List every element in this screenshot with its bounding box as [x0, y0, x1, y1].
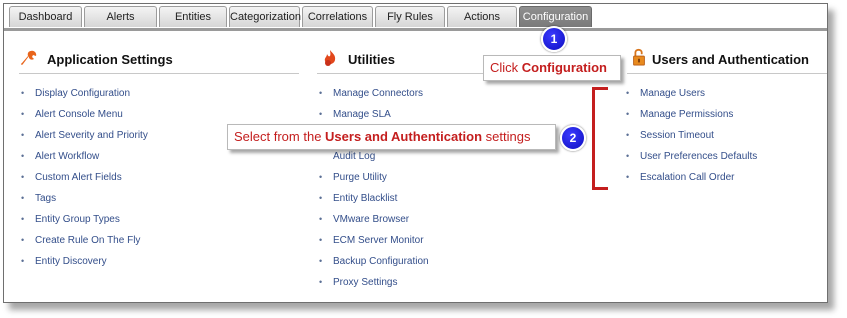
utilities-title: Utilities [348, 52, 395, 67]
link-alert-workflow[interactable]: Alert Workflow [35, 151, 99, 162]
link-user-preferences-defaults[interactable]: User Preferences Defaults [640, 151, 757, 162]
link-ecm-server-monitor[interactable]: ECM Server Monitor [333, 235, 424, 246]
list-item: • Manage Connectors [319, 88, 424, 99]
tab-fly-rules[interactable]: Fly Rules [375, 6, 445, 27]
callout-select-users-auth: Select from the Users and Authentication… [227, 124, 556, 150]
users-auth-title: Users and Authentication [652, 52, 809, 67]
step-2-badge: 2 [560, 125, 586, 151]
app-settings-divider [19, 73, 299, 74]
link-purge-utility[interactable]: Purge Utility [333, 172, 387, 183]
tab-entities[interactable]: Entities [159, 6, 227, 27]
tab-alerts[interactable]: Alerts [84, 6, 157, 27]
link-manage-connectors[interactable]: Manage Connectors [333, 88, 423, 99]
list-item: • Custom Alert Fields [21, 172, 122, 183]
link-backup-configuration[interactable]: Backup Configuration [333, 256, 429, 267]
list-item: • Manage Permissions [626, 109, 734, 120]
link-alert-console-menu[interactable]: Alert Console Menu [35, 109, 123, 120]
annotation-bracket [592, 87, 595, 190]
list-item: • Display Configuration [21, 88, 131, 99]
callout-2-suffix: settings [482, 129, 531, 144]
link-vmware-browser[interactable]: VMware Browser [333, 214, 409, 225]
list-item: • Manage Users [626, 88, 706, 99]
users-auth-divider [627, 73, 827, 74]
link-display-configuration[interactable]: Display Configuration [35, 88, 130, 99]
callout-1-prefix: Click [490, 60, 522, 75]
wrench-icon [21, 50, 37, 65]
tab-bar: Dashboard Alerts Entities Categorization… [4, 4, 827, 31]
tab-configuration[interactable]: Configuration [519, 6, 592, 27]
utilities-icon [324, 50, 336, 66]
lock-icon [633, 48, 645, 66]
list-item: • Entity Blacklist [319, 193, 398, 204]
link-escalation-call-order[interactable]: Escalation Call Order [640, 172, 734, 183]
link-proxy-settings[interactable]: Proxy Settings [333, 277, 397, 288]
list-item: • Alert Severity and Priority [21, 130, 148, 141]
list-item: • Manage SLA [319, 109, 391, 120]
link-manage-sla[interactable]: Manage SLA [333, 109, 391, 120]
tab-dashboard[interactable]: Dashboard [9, 6, 82, 27]
users-auth-list: • Manage Users • Manage Permissions • Sessi… [626, 83, 757, 188]
list-item: • Create Rule On The Fly [21, 235, 141, 246]
app-settings-title: Application Settings [47, 52, 173, 67]
app-settings-list: • Display Configuration • Alert Console Me… [21, 83, 148, 272]
link-entity-discovery[interactable]: Entity Discovery [35, 256, 107, 267]
list-item: • Tags [21, 193, 57, 204]
list-item: • Session Timeout [626, 130, 714, 141]
link-session-timeout[interactable]: Session Timeout [640, 130, 714, 141]
list-item: • User Preferences Defaults [626, 151, 758, 162]
link-manage-permissions[interactable]: Manage Permissions [640, 109, 733, 120]
link-tags[interactable]: Tags [35, 193, 56, 204]
list-item: • Escalation Call Order [626, 172, 735, 183]
link-custom-alert-fields[interactable]: Custom Alert Fields [35, 172, 122, 183]
link-alert-severity[interactable]: Alert Severity and Priority [35, 130, 148, 141]
app-window: Dashboard Alerts Entities Categorization… [3, 3, 828, 303]
annotation-bracket-bottom [592, 187, 608, 190]
link-entity-group-types[interactable]: Entity Group Types [35, 214, 120, 225]
link-manage-users[interactable]: Manage Users [640, 88, 705, 99]
list-item: • VMware Browser [319, 214, 410, 225]
link-audit-log[interactable]: Audit Log [333, 151, 375, 162]
list-item: • Backup Configuration [319, 256, 429, 267]
list-item: • ECM Server Monitor [319, 235, 424, 246]
list-item: • Alert Console Menu [21, 109, 123, 120]
callout-1-bold: Configuration [521, 60, 607, 75]
list-item: • Alert Workflow [21, 151, 100, 162]
tab-correlations[interactable]: Correlations [302, 6, 373, 27]
list-item: • Proxy Settings [319, 277, 398, 288]
callout-2-bold: Users and Authentication [325, 129, 483, 144]
link-entity-blacklist[interactable]: Entity Blacklist [333, 193, 397, 204]
callout-click-configuration: Click Configuration [483, 55, 621, 81]
tab-categorization[interactable]: Categorization [229, 6, 301, 27]
callout-2-prefix: Select from the [234, 129, 326, 144]
list-item: • Entity Group Types [21, 214, 120, 225]
annotation-bracket-top [592, 87, 608, 90]
step-1-badge: 1 [541, 26, 567, 52]
list-item: • Purge Utility [319, 172, 387, 183]
list-item: • Entity Discovery [21, 256, 107, 267]
tab-actions[interactable]: Actions [447, 6, 517, 27]
utilities-list: •Manage Connectors •Manage SLA •Audit Lo… [319, 83, 429, 293]
link-create-rule-on-the-fly[interactable]: Create Rule On The Fly [35, 235, 140, 246]
